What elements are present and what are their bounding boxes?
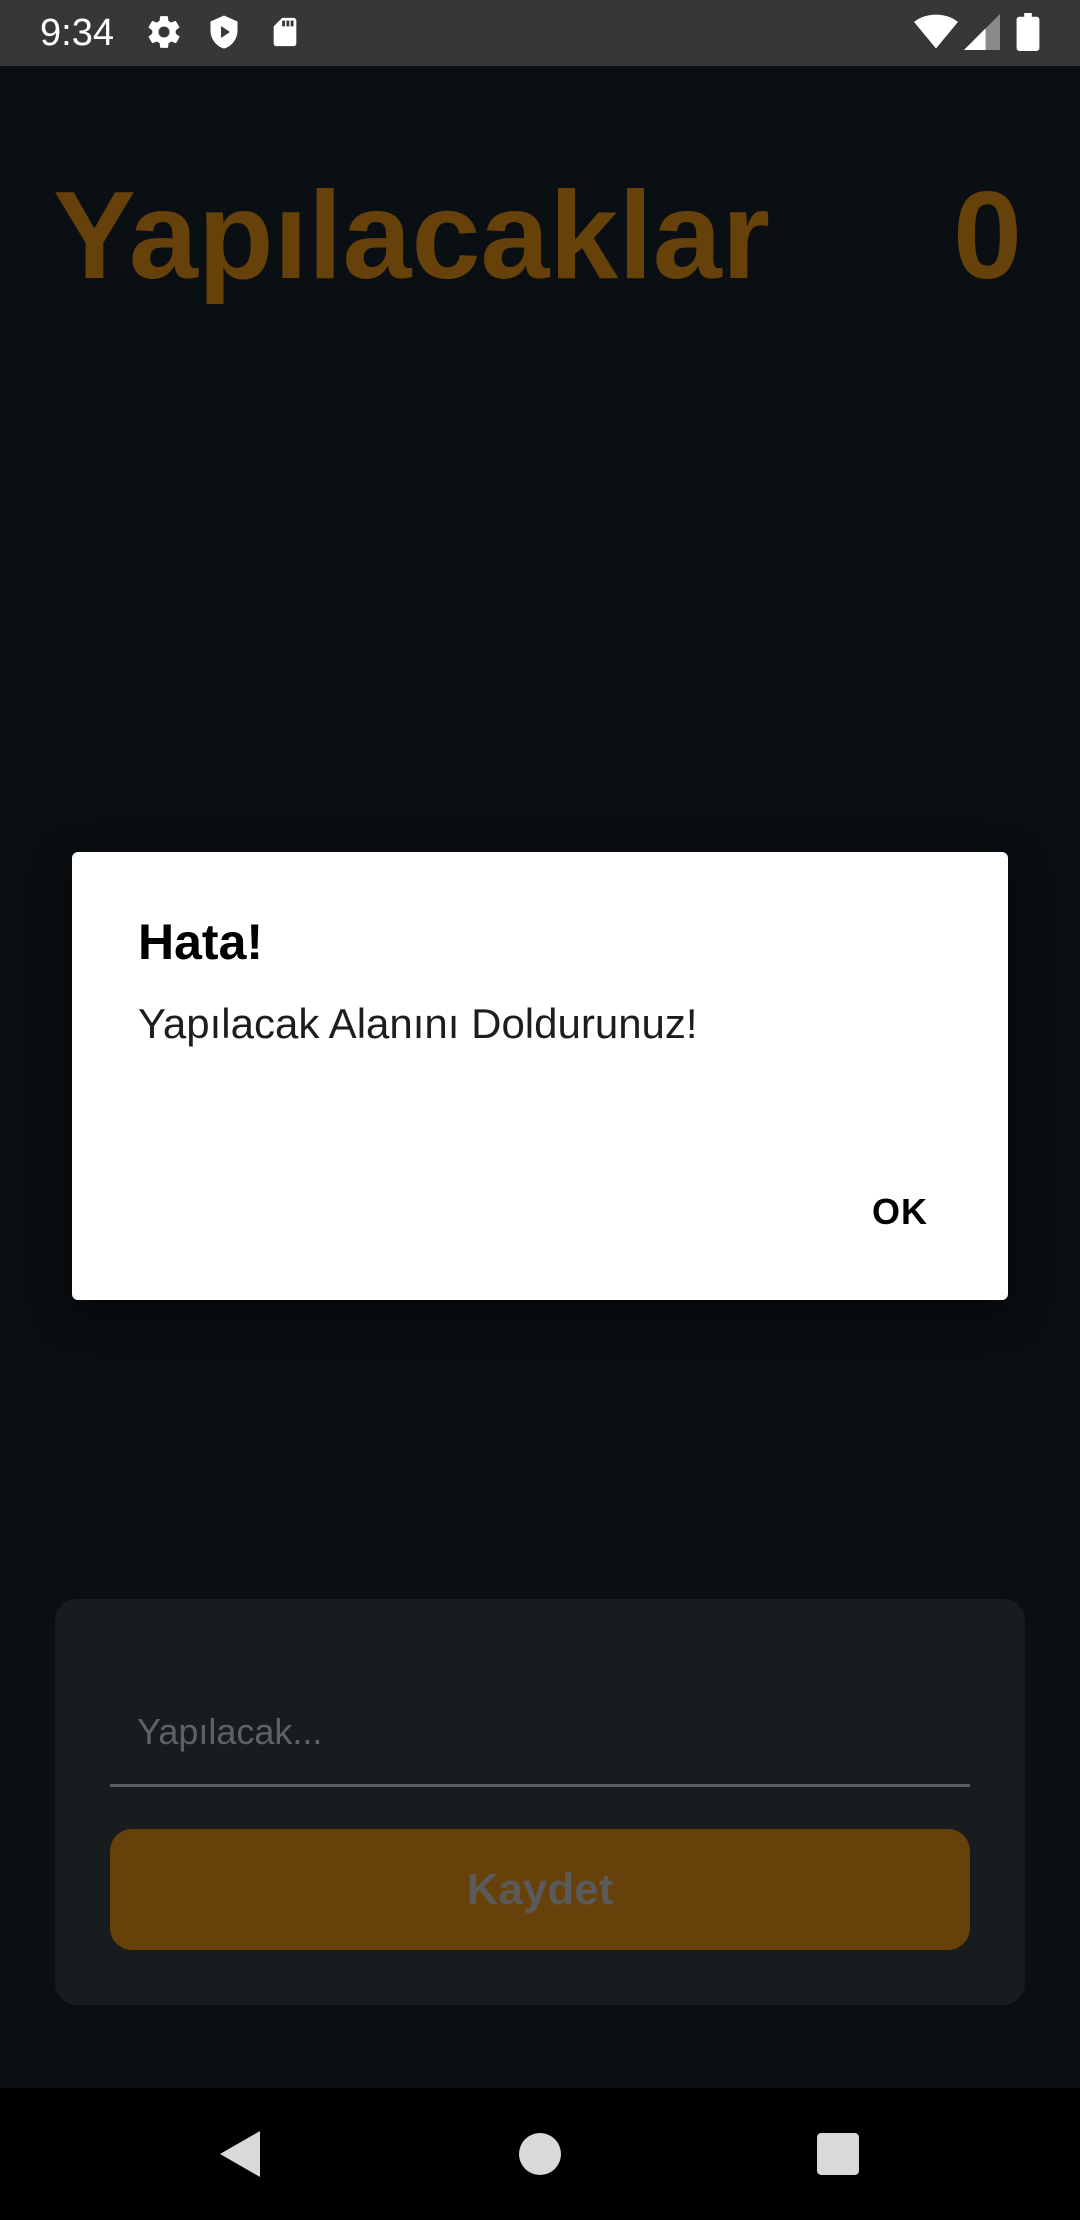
back-button[interactable] bbox=[174, 2088, 306, 2220]
battery-icon bbox=[1016, 13, 1040, 51]
status-time: 9:34 bbox=[40, 12, 114, 54]
sd-card-icon bbox=[268, 13, 302, 51]
home-button[interactable] bbox=[474, 2088, 606, 2220]
app-screen: 9:34 Yapılacaklar 0 Kaydet bbox=[0, 0, 1080, 2220]
wifi-icon bbox=[914, 13, 958, 51]
error-dialog: Hata! Yapılacak Alanını Doldurunuz! OK bbox=[72, 852, 1008, 1300]
dialog-message: Yapılacak Alanını Doldurunuz! bbox=[138, 1000, 698, 1047]
page-title: Yapılacaklar bbox=[53, 167, 770, 305]
recents-button[interactable] bbox=[772, 2088, 904, 2220]
signal-icon bbox=[964, 13, 1000, 51]
todo-form-card: Kaydet bbox=[55, 1599, 1025, 2005]
navigation-bar bbox=[0, 2088, 1080, 2220]
shield-play-icon bbox=[206, 13, 242, 51]
status-bar: 9:34 bbox=[0, 0, 1080, 66]
dialog-title: Hata! bbox=[138, 914, 264, 970]
recents-icon bbox=[817, 2133, 859, 2175]
ok-button[interactable]: OK bbox=[860, 1177, 940, 1247]
home-icon bbox=[519, 2133, 561, 2175]
todo-input[interactable] bbox=[110, 1679, 970, 1787]
todo-count: 0 bbox=[953, 167, 1022, 305]
gear-icon bbox=[145, 13, 183, 51]
back-icon bbox=[220, 2131, 260, 2177]
save-button[interactable]: Kaydet bbox=[110, 1829, 970, 1950]
